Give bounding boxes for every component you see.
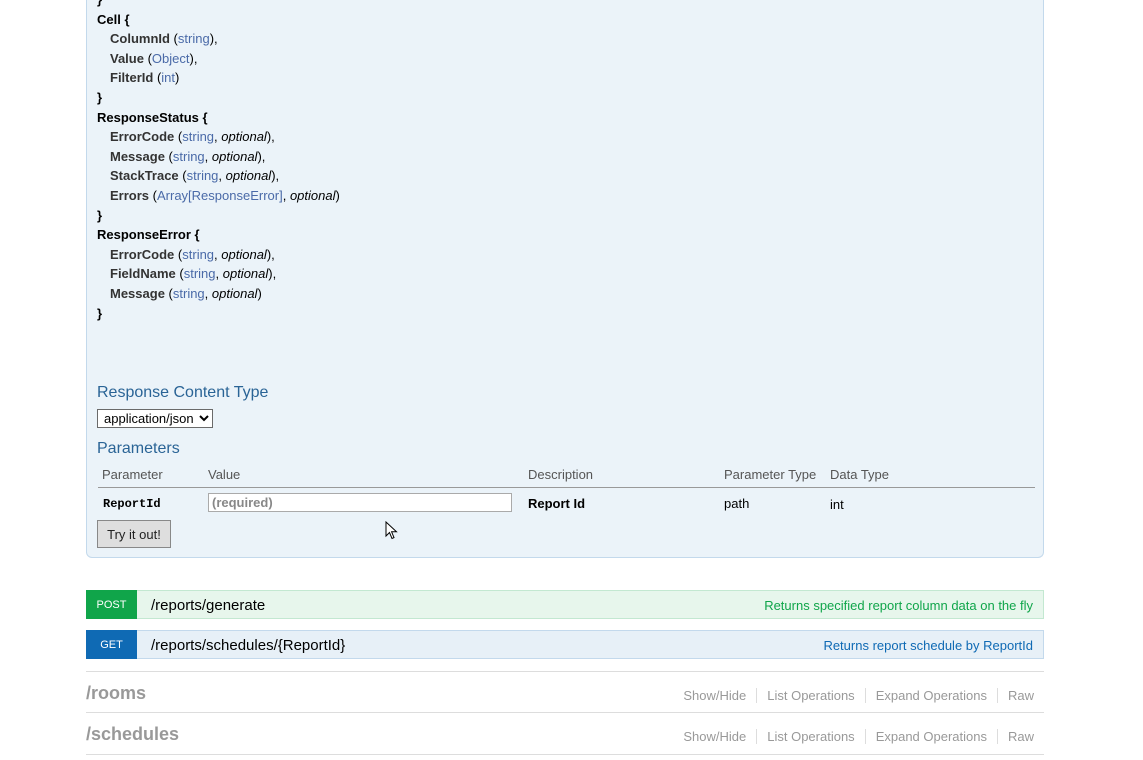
resource-rooms: /rooms Show/Hide List Operations Expand … <box>86 671 1044 713</box>
optional-flag: optional <box>221 246 267 262</box>
property-name: StackTrace <box>110 168 179 184</box>
parameters-table: Parameter Value Description Parameter Ty… <box>98 465 1035 518</box>
expand-operations-link[interactable]: Expand Operations <box>866 688 998 703</box>
model-name: ResponseError { <box>97 227 200 243</box>
property-type[interactable]: string <box>187 168 219 183</box>
mouse-pointer-icon <box>385 521 398 540</box>
property-type[interactable]: string <box>182 247 214 262</box>
model-property: ErrorCode (string, optional), <box>110 246 275 262</box>
model-closing-brace: } <box>97 0 697 10</box>
parameter-name: ReportId <box>103 497 161 511</box>
parameter-row: ReportId Report Id path int <box>98 488 1035 518</box>
report-id-input[interactable] <box>208 493 512 512</box>
parameter-type: path <box>724 496 750 511</box>
model-property: ErrorCode (string, optional), <box>110 129 275 145</box>
model-name: Cell { <box>97 11 130 27</box>
optional-flag: optional <box>225 168 272 184</box>
response-content-type-heading: Response Content Type <box>97 384 269 401</box>
property-separator: , <box>214 31 218 47</box>
property-name: Message <box>110 148 165 164</box>
operation-get-report-schedule[interactable]: GET /reports/schedules/{ReportId} Return… <box>86 630 1044 659</box>
resource-name[interactable]: /schedules <box>86 724 179 745</box>
property-name: ColumnId <box>110 31 170 47</box>
property-separator: , <box>261 148 266 164</box>
model-property: ColumnId (string), <box>110 31 218 47</box>
model-closing-brace: } <box>97 207 103 223</box>
optional-flag: optional <box>289 187 336 203</box>
optional-flag: optional <box>211 285 258 301</box>
model-property: StackTrace (string, optional), <box>110 168 280 184</box>
operation-summary[interactable]: Returns report schedule by ReportId <box>823 638 1033 653</box>
response-content-type-select[interactable]: application/json <box>97 409 213 428</box>
expand-operations-link[interactable]: Expand Operations <box>866 729 998 744</box>
resource-operations: Show/Hide List Operations Expand Operati… <box>673 729 1034 744</box>
parameters-heading: Parameters <box>97 440 180 457</box>
model-closing-brace: } <box>97 305 103 321</box>
resource-name[interactable]: /rooms <box>86 683 146 704</box>
parameter-description: Report Id <box>528 496 586 511</box>
property-type[interactable]: Array[ResponseError] <box>157 188 283 203</box>
optional-flag: optional <box>211 148 258 164</box>
show-hide-link[interactable]: Show/Hide <box>673 688 758 703</box>
http-verb-badge[interactable]: GET <box>86 630 137 659</box>
property-name: Value <box>110 50 144 66</box>
property-type[interactable]: int <box>161 70 175 85</box>
property-name: FilterId <box>110 70 154 86</box>
model-closing-brace: } <box>97 89 103 105</box>
model-name: ResponseStatus { <box>97 109 208 125</box>
property-type[interactable]: string <box>184 266 216 281</box>
operation-post-reports-generate[interactable]: POST /reports/generate Returns specified… <box>86 590 1044 619</box>
property-name: FieldName <box>110 266 176 282</box>
list-operations-link[interactable]: List Operations <box>757 688 866 703</box>
property-separator: , <box>271 246 275 262</box>
model-property: Message (string, optional) <box>110 285 262 301</box>
property-name: Message <box>110 285 165 301</box>
list-operations-link[interactable]: List Operations <box>757 729 866 744</box>
show-hide-link[interactable]: Show/Hide <box>673 729 758 744</box>
column-header-parameter-type: Parameter Type <box>724 467 817 482</box>
parameter-data-type: int <box>830 497 844 512</box>
model-property: FieldName (string, optional), <box>110 266 277 282</box>
model-property: Value (Object), <box>110 50 198 66</box>
raw-link[interactable]: Raw <box>998 729 1034 744</box>
property-separator: , <box>275 168 280 184</box>
model-property: Errors (Array[ResponseError], optional) <box>110 187 340 203</box>
column-header-description: Description <box>528 467 594 482</box>
resource-schedules: /schedules Show/Hide List Operations Exp… <box>86 713 1044 755</box>
operation-path[interactable]: /reports/schedules/{ReportId} <box>151 637 345 654</box>
resource-operations: Show/Hide List Operations Expand Operati… <box>673 688 1034 703</box>
http-verb-badge[interactable]: POST <box>86 590 137 619</box>
model-property: Message (string, optional), <box>110 148 266 164</box>
raw-link[interactable]: Raw <box>998 688 1034 703</box>
optional-flag: optional <box>222 266 269 282</box>
property-type[interactable]: string <box>173 149 205 164</box>
operation-detail-panel: }Cell {ColumnId (string),Value (Object),… <box>86 0 1044 558</box>
property-separator: , <box>271 129 275 145</box>
property-separator: , <box>193 50 198 66</box>
operation-path[interactable]: /reports/generate <box>151 597 265 614</box>
property-name: Errors <box>110 187 150 203</box>
property-type[interactable]: Object <box>152 51 190 66</box>
property-name: ErrorCode <box>110 246 175 262</box>
property-type[interactable]: string <box>182 129 214 144</box>
response-model-schema: }Cell {ColumnId (string),Value (Object),… <box>97 0 697 323</box>
operation-summary[interactable]: Returns specified report column data on … <box>764 598 1033 613</box>
property-name: ErrorCode <box>110 129 175 145</box>
column-header-data-type: Data Type <box>830 467 890 482</box>
try-it-out-button[interactable]: Try it out! <box>97 520 171 548</box>
model-property: FilterId (int) <box>110 70 180 86</box>
column-header-value: Value <box>208 467 241 482</box>
column-header-parameter: Parameter <box>102 467 163 482</box>
parameters-table-header: Parameter Value Description Parameter Ty… <box>98 465 1035 488</box>
property-type[interactable]: string <box>173 286 205 301</box>
optional-flag: optional <box>221 129 267 145</box>
property-separator: , <box>272 266 277 282</box>
property-type[interactable]: string <box>178 31 210 46</box>
